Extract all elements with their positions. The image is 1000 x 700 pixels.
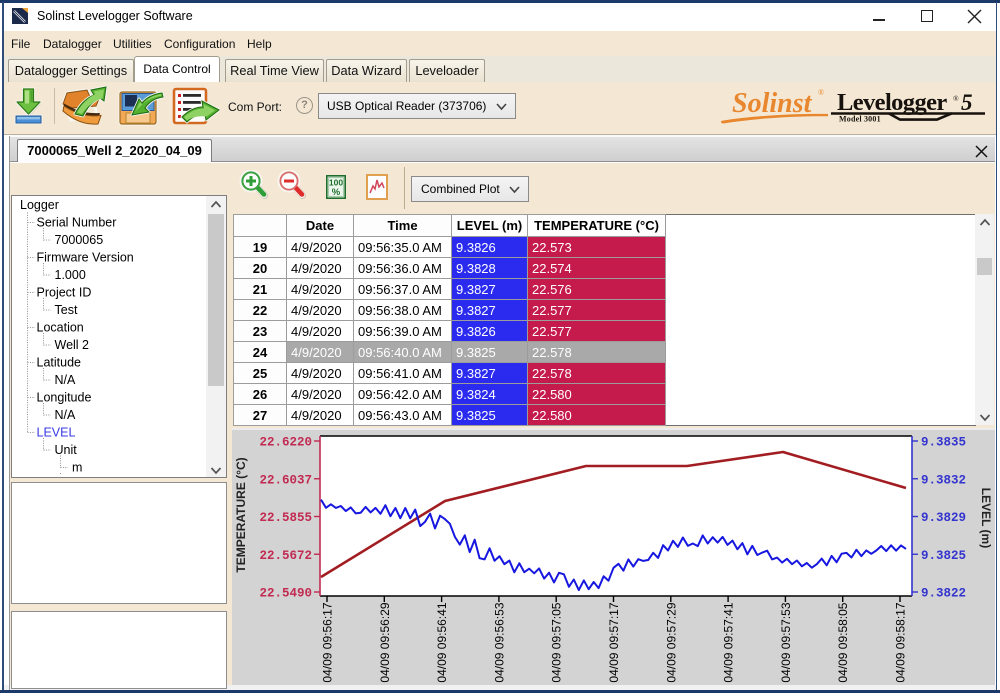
svg-text:N/A: N/A — [55, 373, 77, 387]
svg-text:N/A: N/A — [55, 408, 77, 422]
svg-text:04/09 09:58:05: 04/09 09:58:05 — [836, 602, 850, 682]
svg-text:22.6220: 22.6220 — [259, 436, 312, 450]
svg-text:22.5855: 22.5855 — [259, 511, 312, 525]
svg-text:04/09 09:56:29: 04/09 09:56:29 — [378, 602, 392, 682]
svg-text:Latitude: Latitude — [37, 356, 82, 370]
svg-text:04/09 09:57:29: 04/09 09:57:29 — [664, 602, 678, 682]
svg-text:®: ® — [818, 88, 824, 97]
svg-text:®: ® — [953, 94, 959, 103]
svg-text:04/09 09:56:17: 04/09 09:56:17 — [321, 602, 335, 682]
svg-text:22.6037: 22.6037 — [259, 473, 312, 487]
svg-text:9.3832: 9.3832 — [921, 473, 966, 487]
svg-text:LEVEL: LEVEL — [37, 426, 76, 440]
svg-text:9.3829: 9.3829 — [921, 511, 966, 525]
svg-text:Well 2: Well 2 — [55, 338, 90, 352]
svg-text:m: m — [72, 461, 82, 475]
svg-text:TEMPERATURE (°C): TEMPERATURE (°C) — [234, 457, 248, 572]
svg-text:04/09 09:57:17: 04/09 09:57:17 — [607, 602, 621, 682]
svg-text:7000065: 7000065 — [55, 233, 104, 247]
svg-text:22.5490: 22.5490 — [259, 587, 312, 601]
svg-text:100: 100 — [329, 178, 343, 188]
svg-text:9.3822: 9.3822 — [921, 587, 966, 601]
svg-text:Levelogger: Levelogger — [837, 89, 947, 116]
svg-text:04/09 09:57:53: 04/09 09:57:53 — [779, 602, 793, 682]
svg-text:Location: Location — [37, 321, 84, 335]
svg-text:5: 5 — [961, 90, 973, 115]
svg-text:Firmware Version: Firmware Version — [37, 251, 134, 265]
svg-text:04/09 09:57:41: 04/09 09:57:41 — [722, 602, 736, 682]
svg-text:LEVEL (m): LEVEL (m) — [979, 488, 993, 548]
svg-text:Serial Number: Serial Number — [37, 216, 117, 230]
svg-text:22.5672: 22.5672 — [259, 549, 312, 563]
svg-text:Logger: Logger — [20, 198, 59, 212]
svg-text:04/09 09:58:17: 04/09 09:58:17 — [894, 602, 908, 682]
svg-text:9.3835: 9.3835 — [921, 436, 966, 450]
svg-text:Longitude: Longitude — [37, 391, 92, 405]
svg-text:Project ID: Project ID — [37, 286, 92, 300]
svg-text:Model 3001: Model 3001 — [839, 115, 881, 124]
svg-text:9.3825: 9.3825 — [921, 549, 966, 563]
svg-text:%: % — [332, 187, 341, 198]
svg-text:1.000: 1.000 — [55, 268, 86, 282]
svg-text:04/09 09:57:05: 04/09 09:57:05 — [550, 602, 564, 682]
svg-text:Unit: Unit — [55, 443, 78, 457]
svg-text:04/09 09:56:53: 04/09 09:56:53 — [492, 602, 506, 682]
svg-text:Test: Test — [55, 303, 78, 317]
svg-text:04/09 09:56:41: 04/09 09:56:41 — [435, 602, 449, 682]
